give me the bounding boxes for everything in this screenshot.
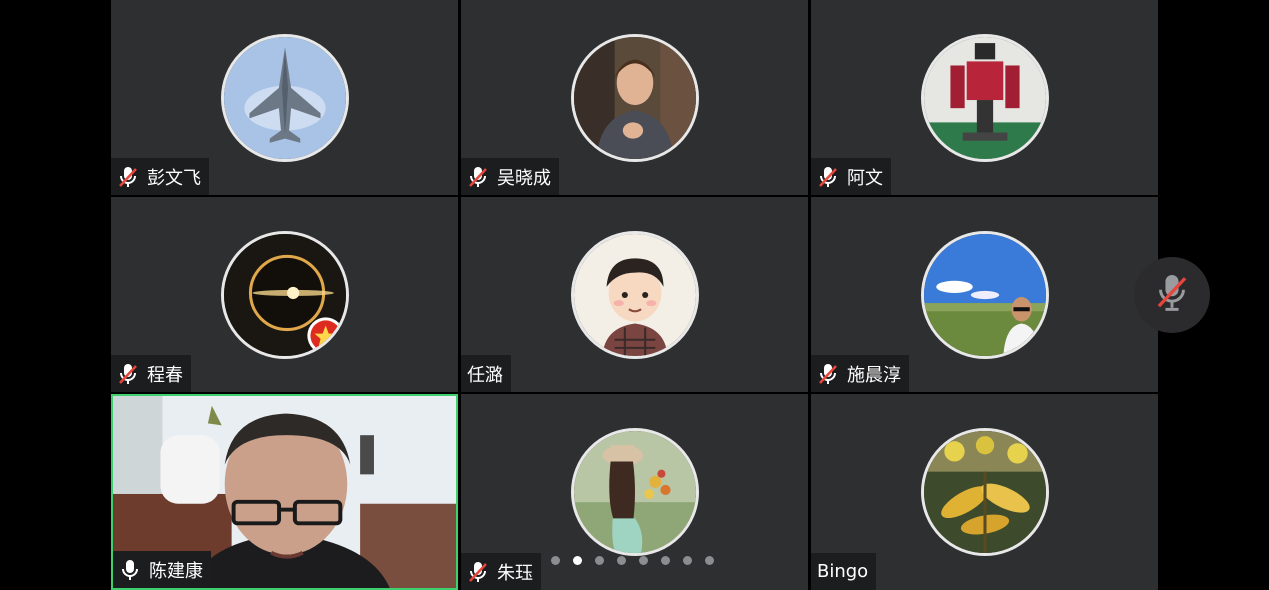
mic-on-icon — [119, 558, 141, 582]
active-speaker-tile[interactable]: 陈建康 — [111, 394, 458, 590]
participant-nametag: 朱珏 — [461, 553, 541, 590]
page-dot[interactable] — [595, 556, 604, 565]
page-dot[interactable] — [661, 556, 670, 565]
participant-name: 施晨淳 — [847, 364, 901, 386]
mic-muted-icon — [817, 165, 839, 189]
participant-name: 陈建康 — [149, 560, 203, 582]
page-dot-current[interactable] — [573, 556, 582, 565]
participant-nametag: Bingo — [811, 553, 877, 590]
mic-muted-icon — [467, 165, 489, 189]
participant-name: 彭文飞 — [147, 167, 201, 189]
participant-name: 吴晓成 — [497, 167, 551, 189]
participant-tile[interactable]: 阿文 — [811, 0, 1158, 195]
mic-muted-icon — [467, 560, 489, 584]
participant-nametag: 施晨淳 — [811, 355, 909, 392]
participant-grid: 彭文飞 吴晓成 阿文 程春 任潞 施晨淳 陈建康 朱珏 Bingo — [111, 0, 1158, 590]
girl-flowers-avatar — [571, 428, 699, 556]
participant-name: 朱珏 — [497, 562, 533, 584]
mic-muted-icon — [117, 362, 139, 386]
participant-tile[interactable]: 任潞 — [461, 197, 808, 392]
mic-off-icon — [1154, 272, 1190, 318]
eclipse-avatar — [221, 231, 349, 359]
participant-nametag: 吴晓成 — [461, 158, 559, 195]
mic-toggle-button[interactable] — [1134, 257, 1210, 333]
child-photo-avatar — [571, 34, 699, 162]
participant-nametag: 陈建康 — [113, 551, 211, 588]
yellow-leaves-avatar — [921, 428, 1049, 556]
page-dot[interactable] — [617, 556, 626, 565]
page-dot[interactable] — [705, 556, 714, 565]
mic-muted-icon — [817, 362, 839, 386]
participant-nametag: 彭文飞 — [111, 158, 209, 195]
participant-tile[interactable]: 程春 — [111, 197, 458, 392]
page-dot[interactable] — [683, 556, 692, 565]
participant-tile[interactable]: 施晨淳 — [811, 197, 1158, 392]
participant-name: 阿文 — [847, 167, 883, 189]
participant-name: Bingo — [817, 561, 869, 582]
page-indicator[interactable] — [551, 556, 714, 565]
participant-nametag: 程春 — [111, 355, 191, 392]
cartoon-boy-avatar — [571, 231, 699, 359]
robot-avatar — [921, 34, 1049, 162]
participant-tile[interactable]: Bingo — [811, 394, 1158, 590]
participant-nametag: 任潞 — [461, 355, 511, 392]
landscape-selfie-avatar — [921, 231, 1049, 359]
participant-name: 程春 — [147, 364, 183, 386]
page-dot[interactable] — [551, 556, 560, 565]
participant-nametag: 阿文 — [811, 158, 891, 195]
participant-tile[interactable]: 吴晓成 — [461, 0, 808, 195]
meeting-stage: 彭文飞 吴晓成 阿文 程春 任潞 施晨淳 陈建康 朱珏 Bingo — [0, 0, 1269, 590]
page-dot[interactable] — [639, 556, 648, 565]
participant-tile[interactable]: 彭文飞 — [111, 0, 458, 195]
fighter-jet-avatar — [221, 34, 349, 162]
mic-muted-icon — [117, 165, 139, 189]
participant-name: 任潞 — [467, 364, 503, 386]
